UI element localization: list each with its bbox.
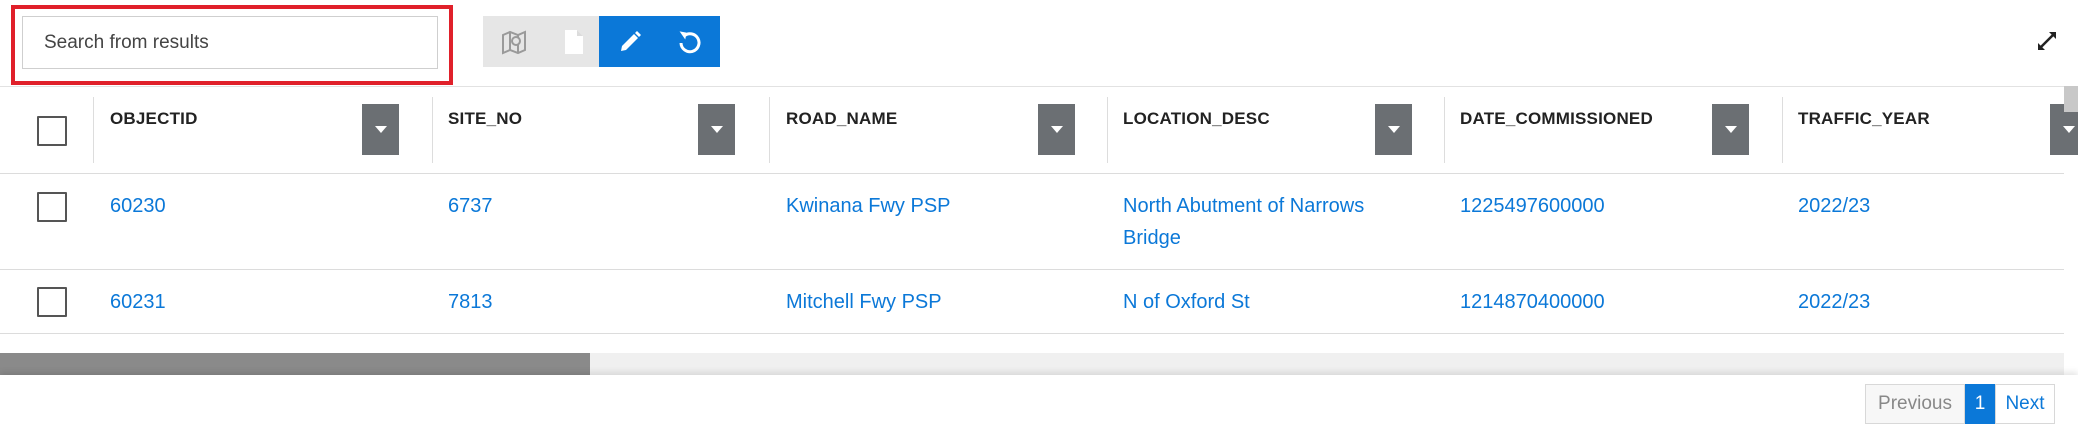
column-menu-button[interactable] [698,104,735,155]
cell-location-desc-wrap[interactable]: Bridge [1123,223,1181,254]
cell-date-commissioned[interactable]: 1214870400000 [1460,287,1605,318]
cell-location-desc[interactable]: N of Oxford St [1123,287,1250,318]
row-checkbox[interactable] [37,287,67,317]
cell-site-no[interactable]: 6737 [448,191,493,222]
column-header-label: LOCATION_DESC [1123,109,1270,128]
cell-traffic-year[interactable]: 2022/23 [1798,191,1870,222]
column-header-label: OBJECTID [110,109,198,128]
edit-button[interactable] [599,16,660,67]
map-select-button[interactable] [483,16,544,67]
horizontal-scrollbar[interactable] [0,353,2064,375]
column-header-traffic-year: TRAFFIC_YEAR [1782,87,2078,174]
page-number-button[interactable]: 1 [1965,384,1995,424]
column-header-label: ROAD_NAME [786,109,898,128]
pencil-icon [620,30,641,51]
expand-button[interactable] [2032,26,2062,56]
column-header-label: TRAFFIC_YEAR [1798,109,1930,128]
cell-traffic-year[interactable]: 2022/23 [1798,287,1870,318]
horizontal-scrollbar-thumb[interactable] [0,353,590,375]
column-header-label: SITE_NO [448,109,523,128]
column-header-objectid: OBJECTID [94,87,432,174]
map-select-icon [501,29,526,55]
expand-icon [2038,32,2056,50]
column-menu-button[interactable] [1038,104,1075,155]
pagination: Previous 1 Next [1865,384,2055,424]
column-menu-button[interactable] [1375,104,1412,155]
table-row[interactable] [0,174,2064,270]
refresh-button[interactable] [659,16,720,67]
toolbar [0,0,2078,86]
search-input[interactable] [22,16,438,69]
table-row[interactable] [0,334,2064,352]
results-table: OBJECTID SITE_NO ROAD_NAME LOCATION_DESC… [0,86,2078,352]
column-header-road-name: ROAD_NAME [770,87,1108,174]
column-menu-button[interactable] [362,104,399,155]
refresh-icon [679,30,700,53]
document-icon [564,29,583,54]
table-footer: Previous 1 Next [0,375,2078,432]
table-row[interactable] [0,270,2064,334]
vertical-scrollbar-thumb[interactable] [2064,86,2078,112]
column-menu-button[interactable] [1712,104,1749,155]
next-page-button[interactable]: Next [1995,384,2055,424]
cell-objectid[interactable]: 60230 [110,191,166,222]
cell-date-commissioned[interactable]: 1225497600000 [1460,191,1605,222]
column-header-date-commissioned: DATE_COMMISSIONED [1444,87,1782,174]
column-header-location-desc: LOCATION_DESC [1107,87,1445,174]
previous-page-button[interactable]: Previous [1865,384,1965,424]
cell-site-no[interactable]: 7813 [448,287,493,318]
select-all-checkbox[interactable] [37,116,67,146]
cell-objectid[interactable]: 60231 [110,287,166,318]
cell-location-desc[interactable]: North Abutment of Narrows [1123,191,1364,222]
column-header-site-no: SITE_NO [432,87,770,174]
table-header: OBJECTID SITE_NO ROAD_NAME LOCATION_DESC… [0,87,2078,174]
column-header-label: DATE_COMMISSIONED [1460,109,1653,128]
document-button[interactable] [543,16,604,67]
cell-road-name[interactable]: Kwinana Fwy PSP [786,191,951,222]
cell-road-name[interactable]: Mitchell Fwy PSP [786,287,942,318]
row-checkbox[interactable] [37,192,67,222]
